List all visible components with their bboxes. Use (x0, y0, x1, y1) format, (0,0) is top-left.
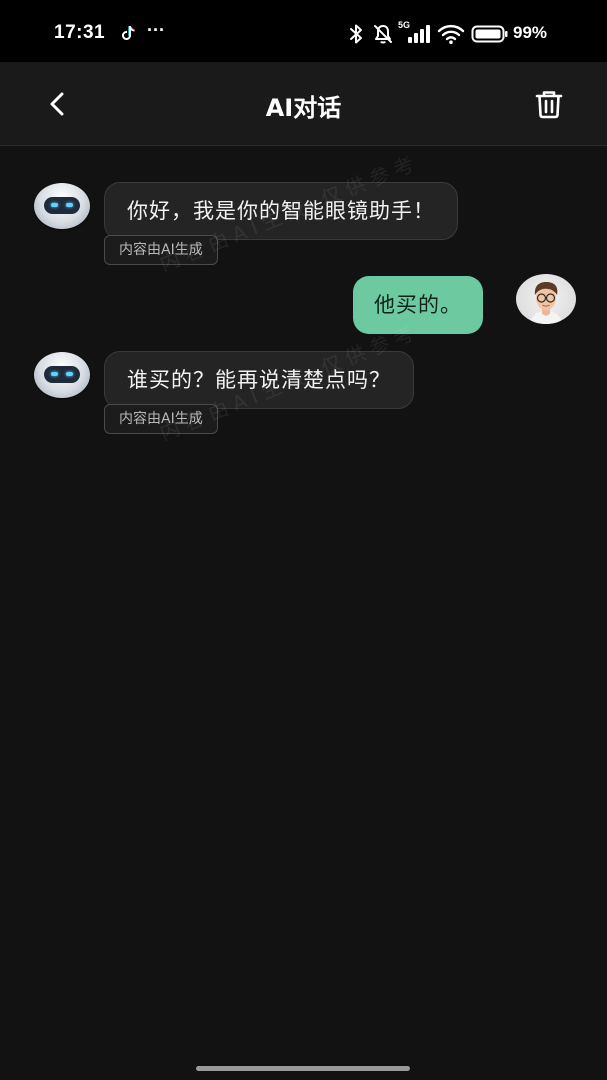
screen: 17:31 ··· 5G 99% AI对话 你好，我是你的智能眼镜助手！ 内容由… (0, 0, 607, 1080)
ai-generated-tag: 内容由AI生成 (104, 404, 218, 434)
chat-list[interactable]: 你好，我是你的智能眼镜助手！ 内容由AI生成 内容由AI生成 仅供参考 他买的。… (0, 147, 607, 1057)
signal-icon (408, 25, 430, 43)
delete-button[interactable] (531, 86, 567, 122)
ai-generated-tag: 内容由AI生成 (104, 235, 218, 265)
home-indicator[interactable] (196, 1066, 410, 1071)
status-time: 17:31 (54, 22, 106, 43)
tiktok-icon (122, 26, 135, 40)
mute-icon (374, 25, 392, 44)
trash-icon (535, 91, 563, 119)
assistant-message[interactable]: 你好，我是你的智能眼镜助手！ (104, 182, 458, 240)
assistant-avatar (34, 352, 90, 398)
user-message[interactable]: 他买的。 (353, 276, 483, 334)
page-title: AI对话 (265, 94, 342, 122)
header: AI对话 (0, 62, 607, 146)
status-bar: 17:31 ··· 5G 99% (0, 0, 607, 62)
bluetooth-icon (350, 24, 362, 44)
gesture-bar (0, 1057, 607, 1080)
battery-icon (471, 25, 508, 43)
battery-percent: 99% (513, 23, 548, 42)
user-avatar (516, 274, 576, 324)
status-more: ··· (147, 20, 165, 40)
assistant-message[interactable]: 谁买的？能再说清楚点吗？ (104, 351, 414, 409)
wifi-icon (437, 24, 465, 44)
assistant-avatar (34, 183, 90, 229)
